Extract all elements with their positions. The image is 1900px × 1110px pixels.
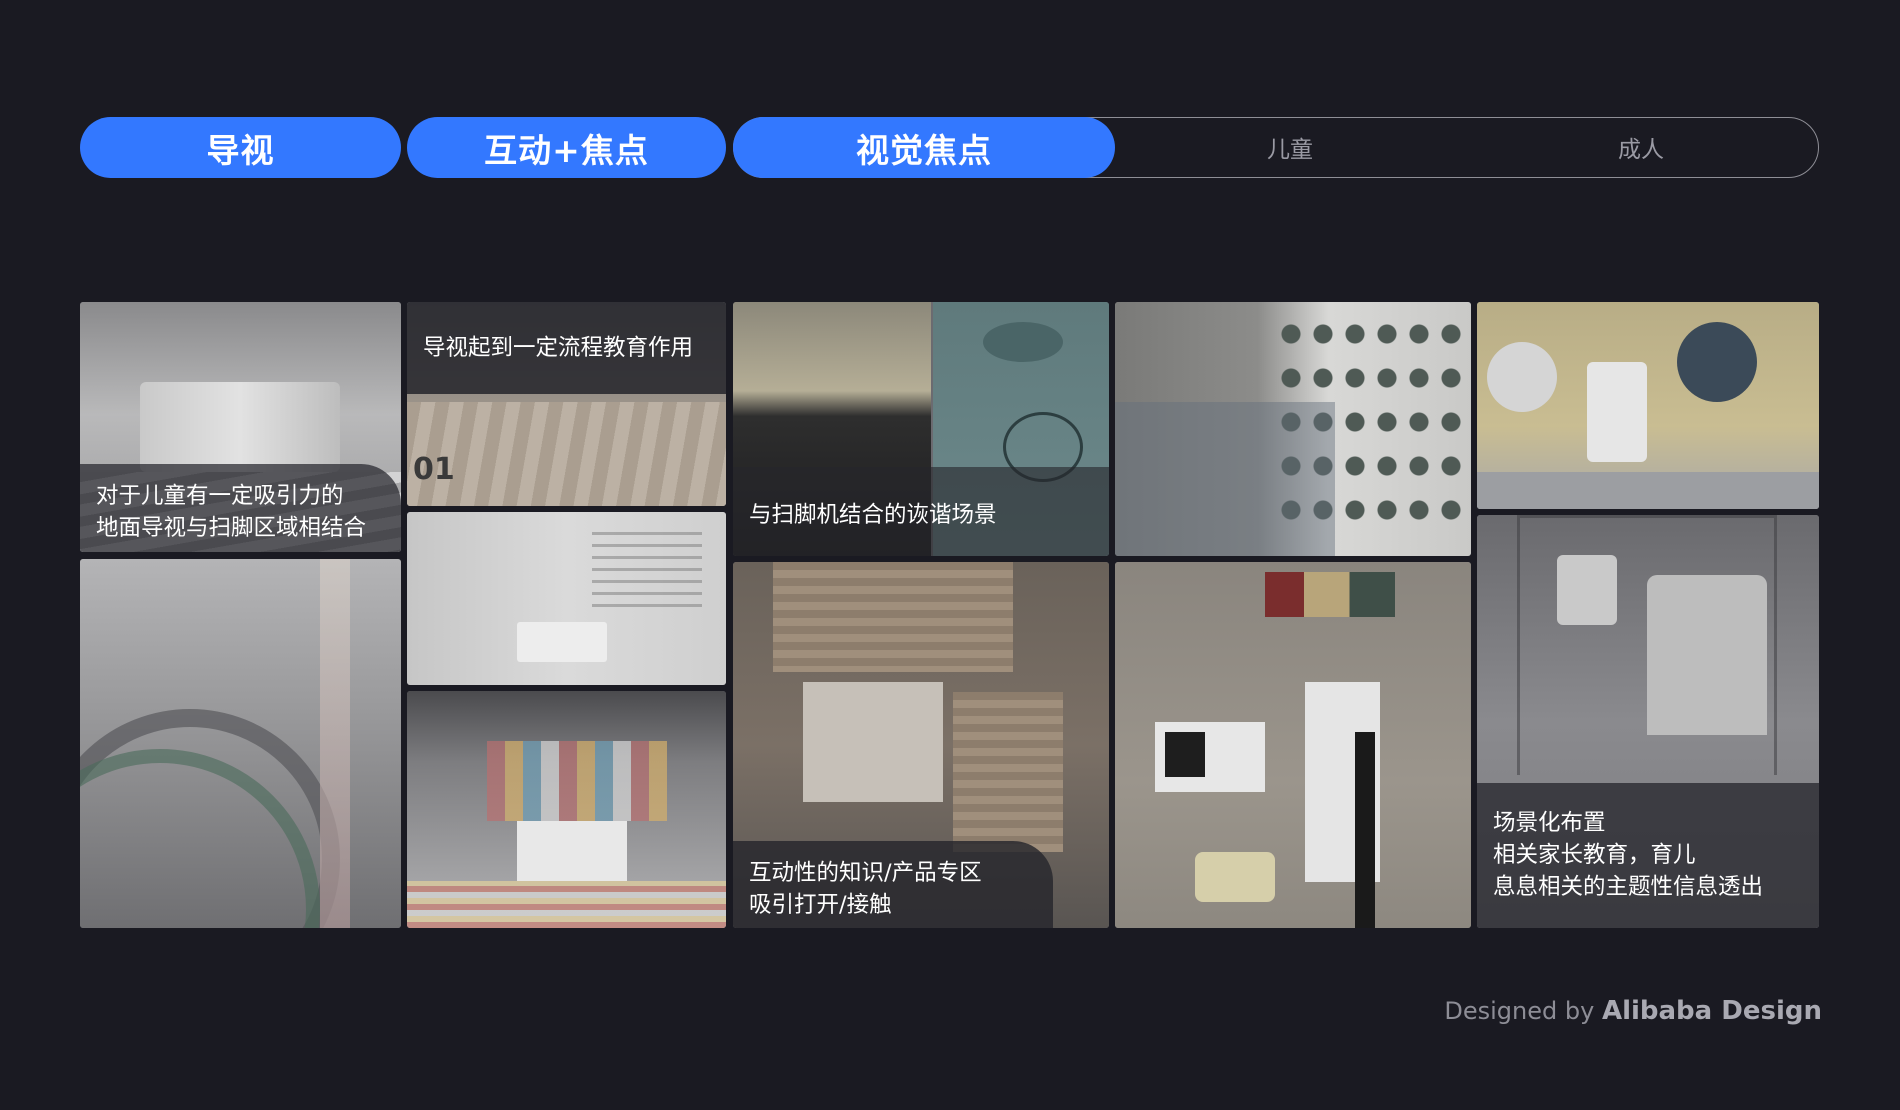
caption-line: 与扫脚机结合的诙谐场景 bbox=[749, 502, 997, 528]
caption-line: 互动性的知识/产品专区 bbox=[749, 860, 982, 886]
footer-prefix: Designed by bbox=[1444, 997, 1602, 1025]
caption-interactive-zone: 互动性的知识/产品专区 吸引打开/接触 bbox=[733, 841, 1053, 928]
caption-line: 息息相关的主题性信息透出 bbox=[1493, 874, 1764, 900]
tab-adults[interactable]: 成人 bbox=[1464, 118, 1818, 176]
footer-credit: Designed by Alibaba Design bbox=[1444, 996, 1822, 1026]
caption-line: 导视起到一定流程教育作用 bbox=[423, 335, 694, 361]
caption-line: 场景化布置 bbox=[1493, 810, 1606, 836]
photo-hm-wall bbox=[407, 512, 726, 685]
slide: 导视 互动+焦点 儿童 成人 视觉焦点 对于儿童有一定吸引力的 地面导视与扫脚区… bbox=[0, 0, 1900, 1110]
tab-visual-focus[interactable]: 视觉焦点 bbox=[733, 117, 1115, 178]
caption-scene-layout: 场景化布置 相关家长教育，育儿 息息相关的主题性信息透出 bbox=[1477, 783, 1819, 928]
caption-line: 吸引打开/接触 bbox=[749, 892, 892, 918]
tab-children[interactable]: 儿童 bbox=[1116, 118, 1464, 176]
photo-illustrated-wall bbox=[1115, 562, 1471, 928]
caption-line: 相关家长教育，育儿 bbox=[1493, 842, 1696, 868]
photo-design-floor: 01 导视起到一定流程教育作用 bbox=[407, 302, 726, 506]
caption-line: 地面导视与扫脚区域相结合 bbox=[96, 515, 367, 541]
photo-rainbow-floor bbox=[80, 559, 401, 928]
tab-interactive-focus[interactable]: 互动+焦点 bbox=[407, 117, 726, 178]
caption-line: 对于儿童有一定吸引力的 bbox=[96, 483, 344, 509]
photo-fish-wall: 与扫脚机结合的诙谐场景 bbox=[733, 302, 1109, 556]
tab-guide[interactable]: 导视 bbox=[80, 117, 401, 178]
caption-process-guide: 导视起到一定流程教育作用 bbox=[407, 302, 726, 394]
photo-cart-store: 对于儿童有一定吸引力的 地面导视与扫脚区域相结合 bbox=[80, 302, 401, 552]
photo-dot-wall bbox=[1115, 302, 1471, 556]
photo-chair-tree bbox=[1477, 302, 1819, 509]
caption-floor-guide: 对于儿童有一定吸引力的 地面导视与扫脚区域相结合 bbox=[80, 464, 401, 552]
photo-shutter-cabinet: 互动性的知识/产品专区 吸引打开/接触 bbox=[733, 562, 1109, 928]
caption-witty-scene: 与扫脚机结合的诙谐场景 bbox=[733, 467, 1109, 556]
photo-clothes-house: 场景化布置 相关家长教育，育儿 息息相关的主题性信息透出 bbox=[1477, 515, 1819, 928]
footer-brand: Alibaba Design bbox=[1601, 996, 1822, 1026]
photo-birchbox-store bbox=[407, 691, 726, 928]
